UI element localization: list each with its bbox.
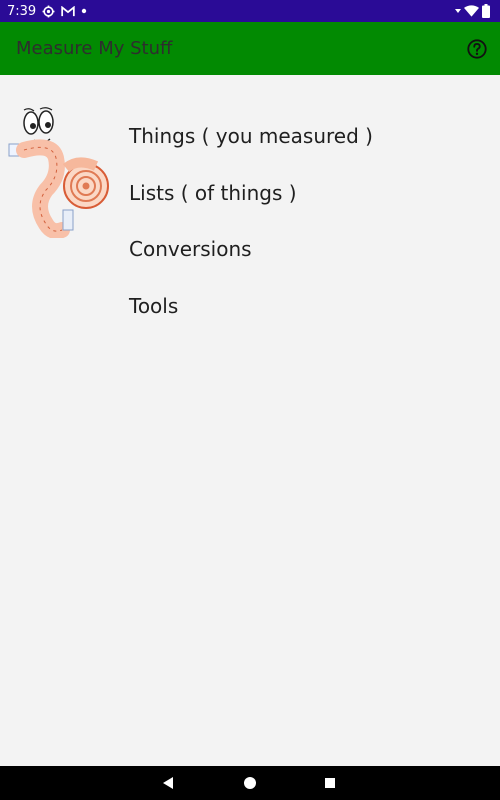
notification-dot-icon: [81, 8, 87, 14]
gmail-icon: [61, 5, 75, 17]
status-bar: 7:39: [0, 0, 500, 22]
menu-item-lists[interactable]: Lists ( of things ): [129, 165, 373, 222]
tape-measure-mascot-icon: [6, 106, 114, 240]
settings-gear-icon: [42, 5, 55, 18]
signal-arrow-icon: [455, 8, 461, 14]
back-icon[interactable]: [159, 774, 177, 792]
status-left: 7:39: [0, 4, 87, 19]
battery-icon: [482, 4, 490, 18]
app-bar: Measure My Stuff: [0, 22, 500, 75]
menu-item-conversions[interactable]: Conversions: [129, 221, 373, 278]
menu-item-things[interactable]: Things ( you measured ): [129, 108, 373, 165]
status-right: [455, 4, 500, 18]
wifi-icon: [464, 5, 479, 17]
recents-icon[interactable]: [321, 774, 339, 792]
navigation-bar: [0, 766, 500, 800]
home-icon[interactable]: [241, 774, 259, 792]
help-icon[interactable]: [466, 38, 488, 60]
app-title: Measure My Stuff: [16, 38, 173, 59]
status-time: 7:39: [7, 3, 37, 19]
menu-item-tools[interactable]: Tools: [129, 278, 373, 335]
screen: 7:39 Measure My Stuff Things (you measu…: [0, 0, 500, 800]
main-menu: Things ( you measured ) Lists ( of thing…: [129, 108, 373, 334]
